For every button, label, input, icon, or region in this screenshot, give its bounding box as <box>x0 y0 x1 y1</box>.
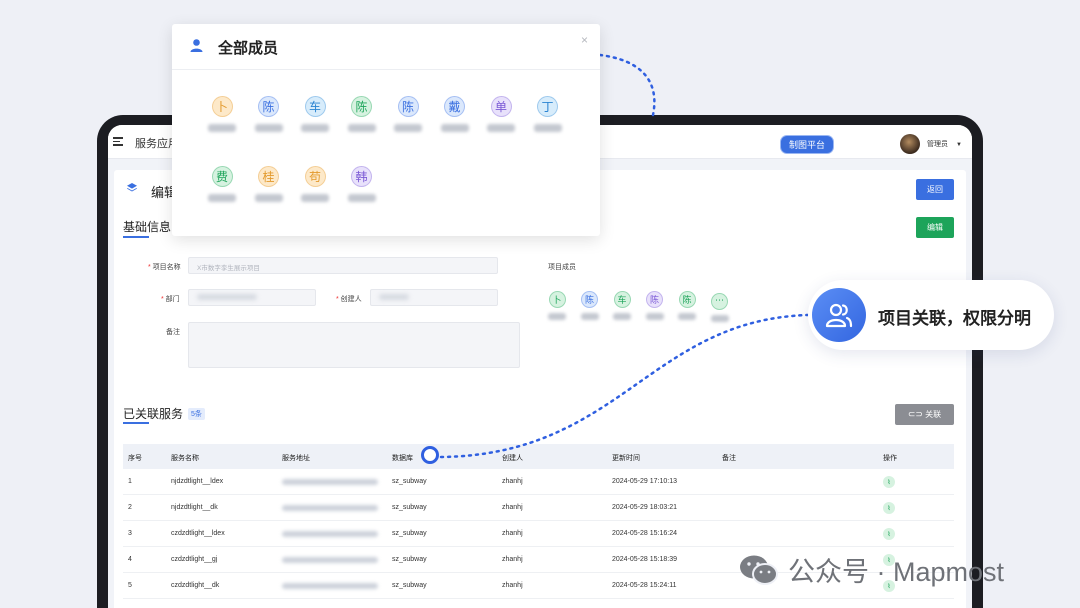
member-avatar[interactable]: 卜 <box>202 96 242 132</box>
member-avatar[interactable]: 陈 <box>342 96 382 132</box>
member-initial: 苟 <box>304 166 326 187</box>
highlight-marker <box>421 446 439 464</box>
feature-callout: 项目关联，权限分明 <box>808 280 1054 350</box>
member-initial: 丁 <box>537 96 558 117</box>
popup-header: 全部成员 × <box>172 24 600 70</box>
all-members-popup: 全部成员 × 卜 陈 车 陈 陈 戴 单 丁费 桂 苟 韩 <box>172 24 600 236</box>
member-initial: 戴 <box>444 96 465 117</box>
member-initial: 卜 <box>211 96 233 117</box>
watermark-text: 公众号 · Mapmost <box>788 557 1005 587</box>
member-avatar[interactable]: 韩 <box>342 166 382 202</box>
member-initial: 车 <box>304 96 326 117</box>
member-initial: 陈 <box>397 96 419 117</box>
member-name-blurred <box>301 124 329 132</box>
member-name-blurred <box>347 194 376 202</box>
member-avatar[interactable]: 苟 <box>295 166 335 202</box>
member-initial: 韩 <box>351 166 372 187</box>
member-initial: 桂 <box>258 166 279 187</box>
users-icon <box>812 288 866 342</box>
member-name-blurred <box>487 124 515 132</box>
member-avatar[interactable]: 戴 <box>435 96 475 132</box>
close-icon[interactable]: × <box>581 33 588 47</box>
member-initial: 单 <box>490 96 512 117</box>
member-name-blurred <box>208 124 236 132</box>
wechat-icon <box>740 555 778 585</box>
user-icon <box>190 39 203 52</box>
member-name-blurred <box>254 194 283 202</box>
watermark: 公众号 · Mapmost <box>738 550 1004 589</box>
member-name-blurred <box>533 124 562 132</box>
callout-text: 项目关联，权限分明 <box>878 309 1031 328</box>
member-avatar[interactable]: 单 <box>481 96 521 132</box>
member-initial: 陈 <box>258 96 279 117</box>
member-avatar[interactable]: 桂 <box>249 166 289 202</box>
popup-title: 全部成员 <box>218 40 279 57</box>
member-avatar[interactable]: 陈 <box>249 96 289 132</box>
member-avatar[interactable]: 丁 <box>528 96 568 132</box>
member-name-blurred <box>347 124 376 132</box>
member-avatar[interactable]: 车 <box>295 96 335 132</box>
member-name-blurred <box>208 194 236 202</box>
member-name-blurred <box>301 194 329 202</box>
member-name-blurred <box>394 124 422 132</box>
member-avatar[interactable]: 费 <box>202 166 242 202</box>
member-initial: 费 <box>211 166 233 187</box>
member-name-blurred <box>440 124 469 132</box>
member-avatar[interactable]: 陈 <box>388 96 428 132</box>
member-initial: 陈 <box>351 96 372 117</box>
member-name-blurred <box>254 124 283 132</box>
